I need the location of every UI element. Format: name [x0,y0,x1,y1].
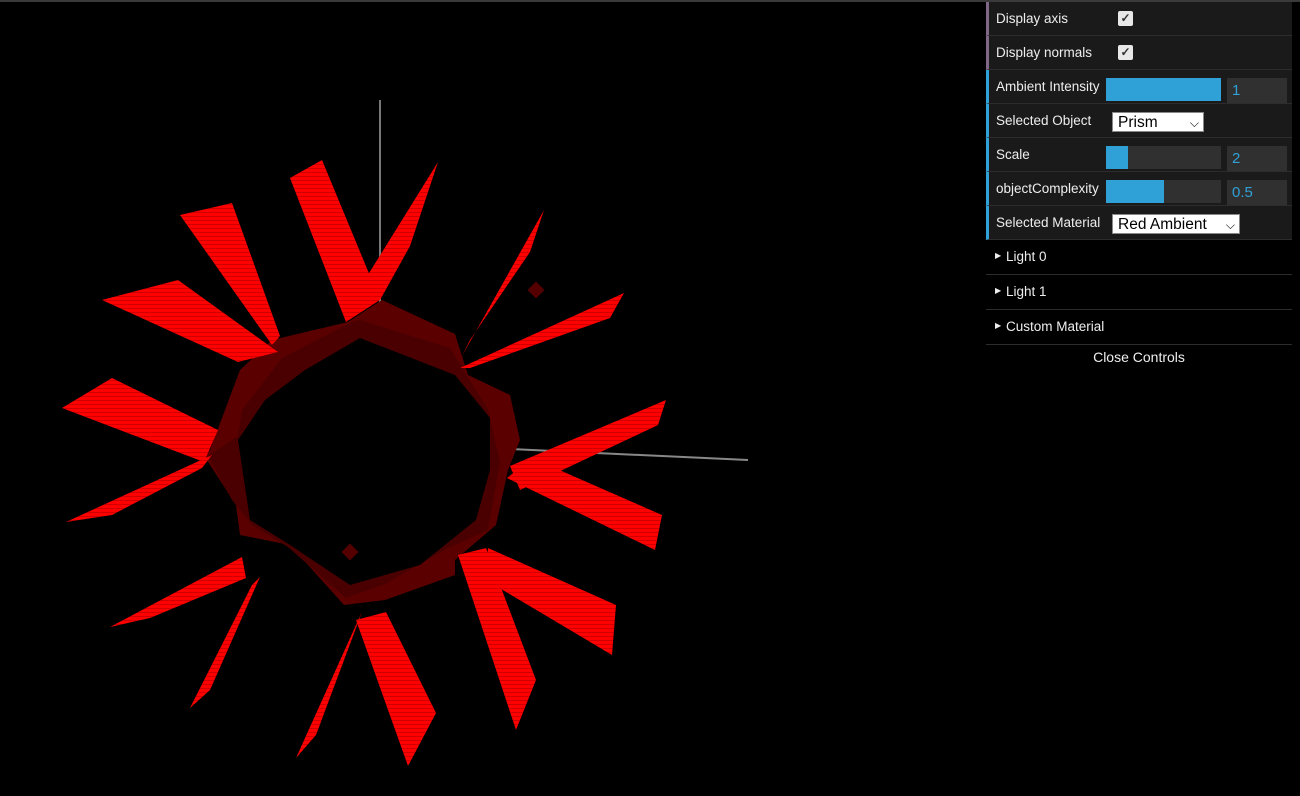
ambient-intensity-label: Ambient Intensity [996,79,1100,94]
triangle-right-icon: ▶ [995,286,1002,295]
object-complexity-label: objectComplexity [996,181,1099,196]
check-icon[interactable]: ✓ [1118,45,1133,60]
folder-label: Light 1 [1006,284,1047,299]
selected-object-select[interactable]: Prism ⌵ [1112,112,1204,132]
object-complexity-slider[interactable] [1106,180,1221,203]
triangle-right-icon: ▶ [995,321,1002,330]
scale-slider[interactable] [1106,146,1221,169]
check-icon[interactable]: ✓ [1118,11,1133,26]
folder-label: Light 0 [1006,249,1047,264]
scale-row: Scale 2 [986,138,1292,172]
folder-light-1[interactable]: ▶ Light 1 [986,275,1292,310]
display-normals-label: Display normals [996,45,1093,60]
display-normals-row[interactable]: Display normals ✓ [986,36,1292,70]
display-axis-row[interactable]: Display axis ✓ [986,2,1292,36]
normal-marker-1 [527,281,545,299]
object-complexity-row: objectComplexity 0.5 [986,172,1292,206]
selected-material-row: Selected Material Red Ambient ⌵ [986,206,1292,240]
selected-object-label: Selected Object [996,113,1092,128]
controls-panel: Display axis ✓ Display normals ✓ Ambient… [986,2,1292,369]
chevron-down-icon: ⌵ [1189,116,1199,130]
ambient-intensity-row: Ambient Intensity 1 [986,70,1292,104]
triangle-right-icon: ▶ [995,251,1002,260]
selected-object-value: Prism [1118,114,1158,131]
folder-custom-material[interactable]: ▶ Custom Material [986,310,1292,345]
selected-material-select[interactable]: Red Ambient ⌵ [1112,214,1240,234]
ambient-intensity-input[interactable]: 1 [1227,78,1287,103]
folder-label: Custom Material [1006,319,1105,334]
scale-input[interactable]: 2 [1227,146,1287,171]
chevron-down-icon: ⌵ [1225,218,1235,232]
ambient-intensity-slider[interactable] [1106,78,1221,101]
object-complexity-input[interactable]: 0.5 [1227,180,1287,205]
folder-light-0[interactable]: ▶ Light 0 [986,240,1292,275]
selected-material-label: Selected Material [996,215,1101,230]
close-controls-button[interactable]: Close Controls [986,345,1292,369]
selected-material-value: Red Ambient [1118,216,1207,233]
display-axis-label: Display axis [996,11,1069,26]
scale-label: Scale [996,147,1030,162]
selected-object-row: Selected Object Prism ⌵ [986,104,1292,138]
